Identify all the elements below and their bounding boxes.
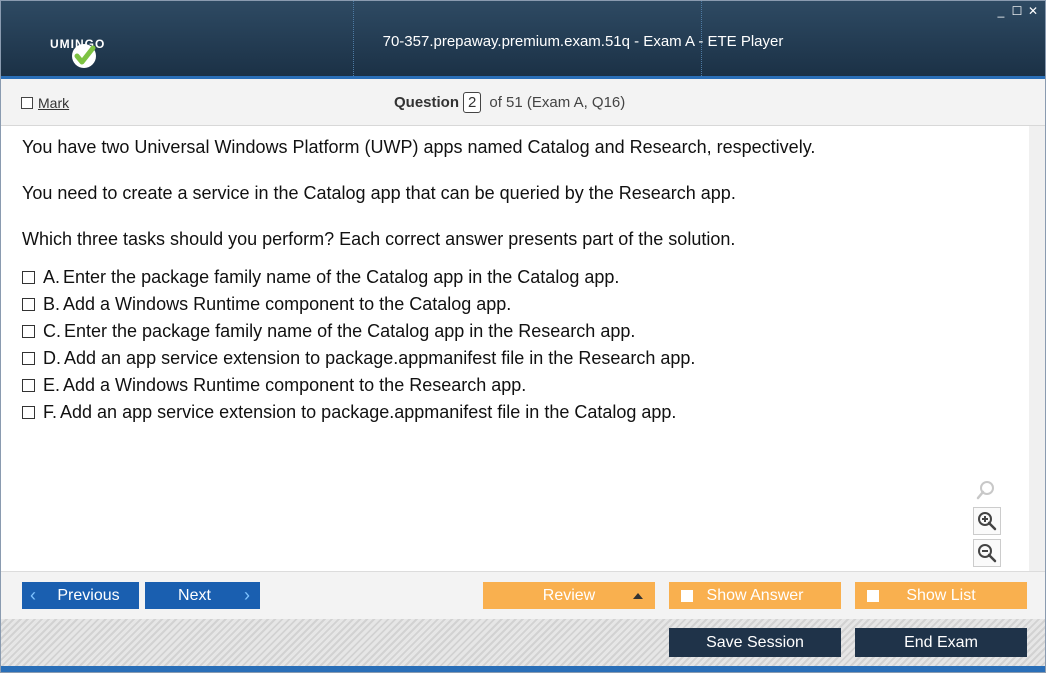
show-answer-label: Show Answer bbox=[706, 586, 804, 604]
option-text: Add an app service extension to package.… bbox=[60, 402, 677, 422]
show-list-label: Show List bbox=[906, 586, 976, 604]
footer-bar: Save Session End Exam bbox=[1, 619, 1045, 666]
question-paragraph: Which three tasks should you perform? Ea… bbox=[22, 229, 736, 249]
option-checkbox[interactable] bbox=[22, 271, 35, 284]
title-bar: UMINGO 70-357.prepaway.premium.exam.51q … bbox=[1, 1, 1045, 79]
mark-checkbox[interactable]: Mark bbox=[21, 95, 69, 111]
save-session-button[interactable]: Save Session bbox=[669, 628, 841, 657]
question-counter: Question 2 of 51 (Exam A, Q16) bbox=[394, 92, 625, 113]
question-paragraph: You need to create a service in the Cata… bbox=[22, 183, 736, 203]
option-checkbox[interactable] bbox=[22, 298, 35, 311]
option-letter: A. bbox=[43, 267, 61, 287]
mark-label[interactable]: Mark bbox=[38, 95, 69, 111]
zoom-in-icon[interactable] bbox=[973, 507, 1001, 535]
vumingo-logo: UMINGO bbox=[49, 25, 105, 68]
answer-option-a[interactable]: A. Enter the package family name of the … bbox=[22, 267, 619, 288]
next-label: Next bbox=[178, 586, 211, 604]
chevron-left-icon: ‹ bbox=[30, 585, 36, 605]
show-answer-button[interactable]: Show Answer bbox=[669, 582, 841, 609]
option-checkbox[interactable] bbox=[22, 352, 35, 365]
question-number-input[interactable]: 2 bbox=[463, 92, 482, 113]
review-label: Review bbox=[542, 586, 596, 604]
option-letter: C. bbox=[43, 321, 61, 341]
option-checkbox[interactable] bbox=[22, 325, 35, 338]
zoom-out-icon[interactable] bbox=[973, 539, 1001, 567]
bottom-accent-line bbox=[1, 666, 1045, 672]
question-header: Mark Question 2 of 51 (Exam A, Q16) bbox=[1, 79, 1045, 126]
option-text: Add an app service extension to package.… bbox=[64, 348, 696, 368]
window-controls: _ ☐ ✕ bbox=[995, 5, 1039, 17]
answer-option-d[interactable]: D. Add an app service extension to packa… bbox=[22, 348, 695, 369]
option-letter: E. bbox=[43, 375, 61, 395]
next-button[interactable]: Next › bbox=[145, 582, 260, 609]
option-text: Enter the package family name of the Cat… bbox=[63, 267, 620, 287]
answer-option-f[interactable]: F. Add an app service extension to packa… bbox=[22, 402, 676, 423]
navigation-bar: ‹ Previous Next › Review Show Answer Sho… bbox=[1, 571, 1045, 620]
app-window: UMINGO 70-357.prepaway.premium.exam.51q … bbox=[0, 0, 1046, 673]
option-letter: F. bbox=[43, 402, 58, 422]
question-word: Question bbox=[394, 94, 460, 111]
option-checkbox[interactable] bbox=[22, 406, 35, 419]
question-of-text: of 51 (Exam A, Q16) bbox=[489, 94, 626, 111]
question-paragraph: You have two Universal Windows Platform … bbox=[22, 137, 816, 157]
triangle-up-icon bbox=[633, 592, 643, 599]
vertical-scrollbar[interactable] bbox=[1029, 126, 1045, 571]
option-text: Add a Windows Runtime component to the R… bbox=[63, 375, 527, 395]
minimize-button[interactable]: _ bbox=[995, 5, 1007, 17]
logo-check-icon bbox=[72, 44, 96, 68]
chevron-right-icon: › bbox=[244, 585, 250, 605]
maximize-button[interactable]: ☐ bbox=[1011, 5, 1023, 17]
zoom-tools bbox=[973, 477, 1001, 567]
close-button[interactable]: ✕ bbox=[1027, 5, 1039, 17]
review-button[interactable]: Review bbox=[483, 582, 655, 609]
show-list-checkbox[interactable] bbox=[867, 589, 879, 602]
show-answer-checkbox[interactable] bbox=[681, 589, 693, 602]
previous-button[interactable]: ‹ Previous bbox=[22, 582, 139, 609]
previous-label: Previous bbox=[57, 586, 120, 604]
option-checkbox[interactable] bbox=[22, 379, 35, 392]
question-content: You have two Universal Windows Platform … bbox=[1, 126, 1029, 571]
mark-checkbox-box[interactable] bbox=[21, 97, 33, 109]
option-text: Enter the package family name of the Cat… bbox=[64, 321, 636, 341]
show-list-button[interactable]: Show List bbox=[855, 582, 1027, 609]
answer-option-b[interactable]: B. Add a Windows Runtime component to th… bbox=[22, 294, 511, 315]
end-exam-button[interactable]: End Exam bbox=[855, 628, 1027, 657]
option-letter: D. bbox=[43, 348, 61, 368]
answer-option-e[interactable]: E. Add a Windows Runtime component to th… bbox=[22, 375, 526, 396]
option-text: Add a Windows Runtime component to the C… bbox=[63, 294, 512, 314]
option-letter: B. bbox=[43, 294, 61, 314]
answer-option-c[interactable]: C. Enter the package family name of the … bbox=[22, 321, 635, 342]
window-title: 70-357.prepaway.premium.exam.51q - Exam … bbox=[382, 33, 784, 50]
magnifier-icon[interactable] bbox=[973, 477, 999, 503]
